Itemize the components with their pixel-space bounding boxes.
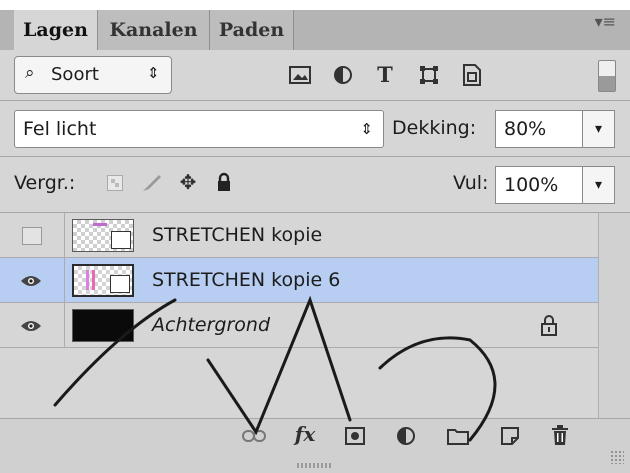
- layer-lock-icon: [540, 314, 558, 340]
- layer-thumbnail: [72, 219, 134, 252]
- tab-paden[interactable]: Paden: [210, 10, 294, 50]
- visibility-toggle[interactable]: [0, 303, 65, 347]
- layer-mask-icon[interactable]: [342, 424, 368, 448]
- image-filter-icon[interactable]: [287, 62, 313, 88]
- layer-row-selected[interactable]: STRETCHEN kopie 6: [0, 258, 598, 303]
- layer-name: Achtergrond: [152, 314, 271, 336]
- tab-kanalen[interactable]: Kanalen: [98, 10, 210, 50]
- layer-row[interactable]: Achtergrond: [0, 303, 598, 348]
- layer-style-fx-icon[interactable]: fx: [290, 421, 320, 447]
- smart-object-badge-icon: [111, 231, 131, 249]
- divider: [0, 156, 630, 157]
- divider: [0, 100, 630, 101]
- layers-panel: Lagen Kanalen Paden ▾≡ ⌕ Soort ⇕ T Fel l…: [0, 0, 630, 473]
- layer-row[interactable]: STRETCHEN kopie: [0, 213, 598, 258]
- lock-all-icon[interactable]: [212, 170, 236, 194]
- search-icon: ⌕: [25, 63, 35, 83]
- eye-icon: [20, 273, 42, 292]
- smart-object-filter-icon[interactable]: [459, 62, 485, 88]
- lock-transparent-pixels-icon[interactable]: [106, 174, 124, 192]
- layer-thumbnail: [72, 264, 134, 297]
- visibility-toggle[interactable]: [0, 213, 65, 257]
- filter-toggle-switch[interactable]: [598, 60, 616, 92]
- opacity-dropdown[interactable]: ▾: [583, 110, 615, 148]
- lock-label: Vergr.:: [14, 172, 76, 194]
- layer-thumbnail: [72, 309, 134, 342]
- layer-name: STRETCHEN kopie 6: [152, 269, 341, 291]
- opacity-label: Dekking:: [392, 117, 477, 139]
- scrollbar[interactable]: [598, 213, 630, 418]
- type-filter-icon[interactable]: T: [372, 60, 398, 88]
- blend-mode-select[interactable]: Fel licht ⇕: [14, 110, 384, 148]
- visibility-toggle[interactable]: [0, 258, 65, 302]
- filter-kind-select[interactable]: ⌕ Soort ⇕: [14, 56, 172, 94]
- fill-input[interactable]: 100%: [495, 166, 583, 204]
- new-group-folder-icon[interactable]: [444, 424, 472, 448]
- visibility-off-box: [22, 227, 42, 245]
- corner-resize-grip[interactable]: [610, 450, 624, 464]
- new-layer-icon[interactable]: [496, 424, 524, 448]
- resize-grip[interactable]: [297, 463, 333, 468]
- lock-position-icon[interactable]: ✥: [176, 170, 200, 194]
- delete-layer-trash-icon[interactable]: [546, 422, 574, 448]
- panel-menu-icon[interactable]: ▾≡: [595, 12, 616, 31]
- eye-icon: [20, 318, 42, 337]
- shape-filter-icon[interactable]: [416, 62, 442, 88]
- new-adjustment-layer-icon[interactable]: [392, 424, 420, 448]
- updown-arrows-icon: ⇕: [147, 64, 160, 82]
- updown-arrows-icon: ⇕: [360, 120, 373, 138]
- layer-list: STRETCHEN kopie STRETCHEN kopie 6 Achter…: [0, 213, 630, 418]
- filter-kind-label: Soort: [51, 64, 99, 85]
- smart-object-badge-icon: [110, 275, 130, 293]
- tab-lagen[interactable]: Lagen: [14, 10, 98, 50]
- fill-label: Vul:: [453, 172, 489, 194]
- fill-dropdown[interactable]: ▾: [583, 166, 615, 204]
- adjustment-filter-icon[interactable]: [330, 62, 356, 88]
- opacity-input[interactable]: 80%: [495, 110, 583, 148]
- lock-image-pixels-icon[interactable]: [140, 172, 164, 194]
- blend-mode-value: Fel licht: [23, 118, 97, 140]
- layer-name: STRETCHEN kopie: [152, 224, 323, 246]
- link-layers-icon[interactable]: [240, 425, 268, 447]
